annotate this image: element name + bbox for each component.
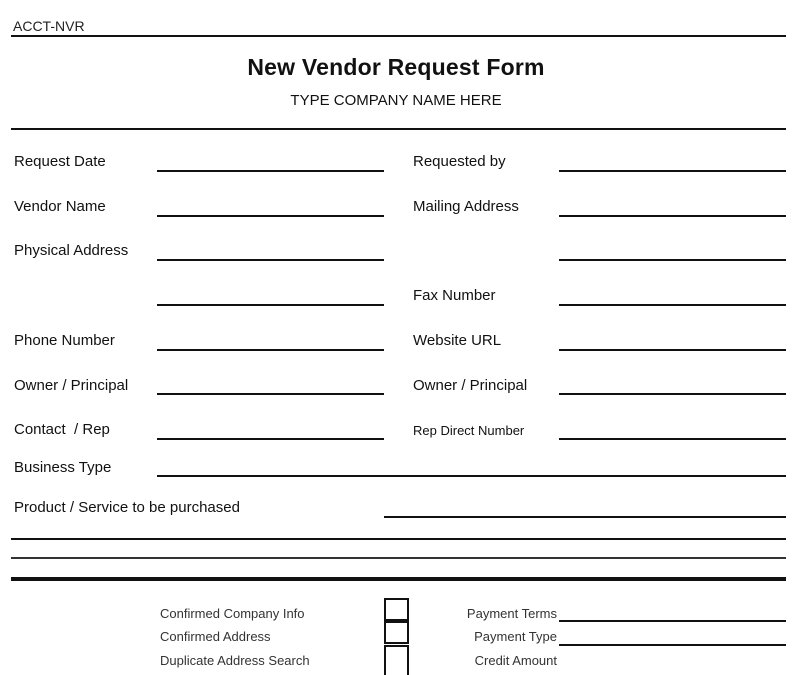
website-url-field[interactable] <box>559 349 786 351</box>
product-service-field-2[interactable] <box>11 538 786 540</box>
mailing-address-field-2[interactable] <box>559 259 786 261</box>
product-service-field-3[interactable] <box>11 557 786 559</box>
confirmed-company-info-checkbox[interactable] <box>384 598 409 621</box>
company-name-field[interactable]: TYPE COMPANY NAME HERE <box>0 92 792 109</box>
fax-number-label: Fax Number <box>413 287 496 304</box>
physical-address-field-1[interactable] <box>157 259 384 261</box>
phone-number-label: Phone Number <box>14 332 115 349</box>
phone-number-field[interactable] <box>157 349 384 351</box>
header-bottom-rule <box>11 128 786 130</box>
contact-rep-label: Contact / Rep <box>14 421 110 438</box>
request-date-field[interactable] <box>157 170 384 172</box>
form-code: ACCT-NVR <box>13 18 85 34</box>
payment-type-label: Payment Type <box>474 629 557 644</box>
payment-type-field[interactable] <box>559 644 786 646</box>
product-service-label: Product / Service to be purchased <box>14 499 240 516</box>
duplicate-address-search-label: Duplicate Address Search <box>160 653 310 668</box>
product-service-field-1[interactable] <box>384 516 786 518</box>
vendor-name-label: Vendor Name <box>14 198 106 215</box>
owner-principal-label-left: Owner / Principal <box>14 377 129 394</box>
mailing-address-field-1[interactable] <box>559 215 786 217</box>
payment-terms-field[interactable] <box>559 620 786 622</box>
duplicate-address-search-checkbox[interactable] <box>384 645 409 675</box>
mailing-address-label: Mailing Address <box>413 198 519 215</box>
website-url-label: Website URL <box>413 332 502 349</box>
page-title: New Vendor Request Form <box>247 54 545 80</box>
request-date-label: Request Date <box>14 153 106 170</box>
owner-principal-field-left[interactable] <box>157 393 384 395</box>
physical-address-label: Physical Address <box>14 242 129 259</box>
contact-rep-field[interactable] <box>157 438 384 440</box>
business-type-label: Business Type <box>14 459 112 476</box>
requested-by-field[interactable] <box>559 170 786 172</box>
payment-terms-label: Payment Terms <box>466 606 557 621</box>
physical-address-field-2[interactable] <box>157 304 384 306</box>
rep-direct-number-field[interactable] <box>559 438 786 440</box>
rep-direct-number-label: Rep Direct Number <box>413 423 525 438</box>
business-type-field[interactable] <box>157 475 786 477</box>
confirmed-company-info-label: Confirmed Company Info <box>160 606 305 621</box>
vendor-name-field[interactable] <box>157 215 384 217</box>
credit-amount-label: Credit Amount <box>474 653 557 668</box>
fax-number-field[interactable] <box>559 304 786 306</box>
owner-principal-label-right: Owner / Principal <box>413 377 528 394</box>
confirmed-address-checkbox[interactable] <box>384 621 409 644</box>
requested-by-label: Requested by <box>413 153 506 170</box>
header-top-rule <box>11 35 786 37</box>
section-divider-thick <box>11 577 786 581</box>
confirmed-address-label: Confirmed Address <box>160 629 271 644</box>
owner-principal-field-right[interactable] <box>559 393 786 395</box>
